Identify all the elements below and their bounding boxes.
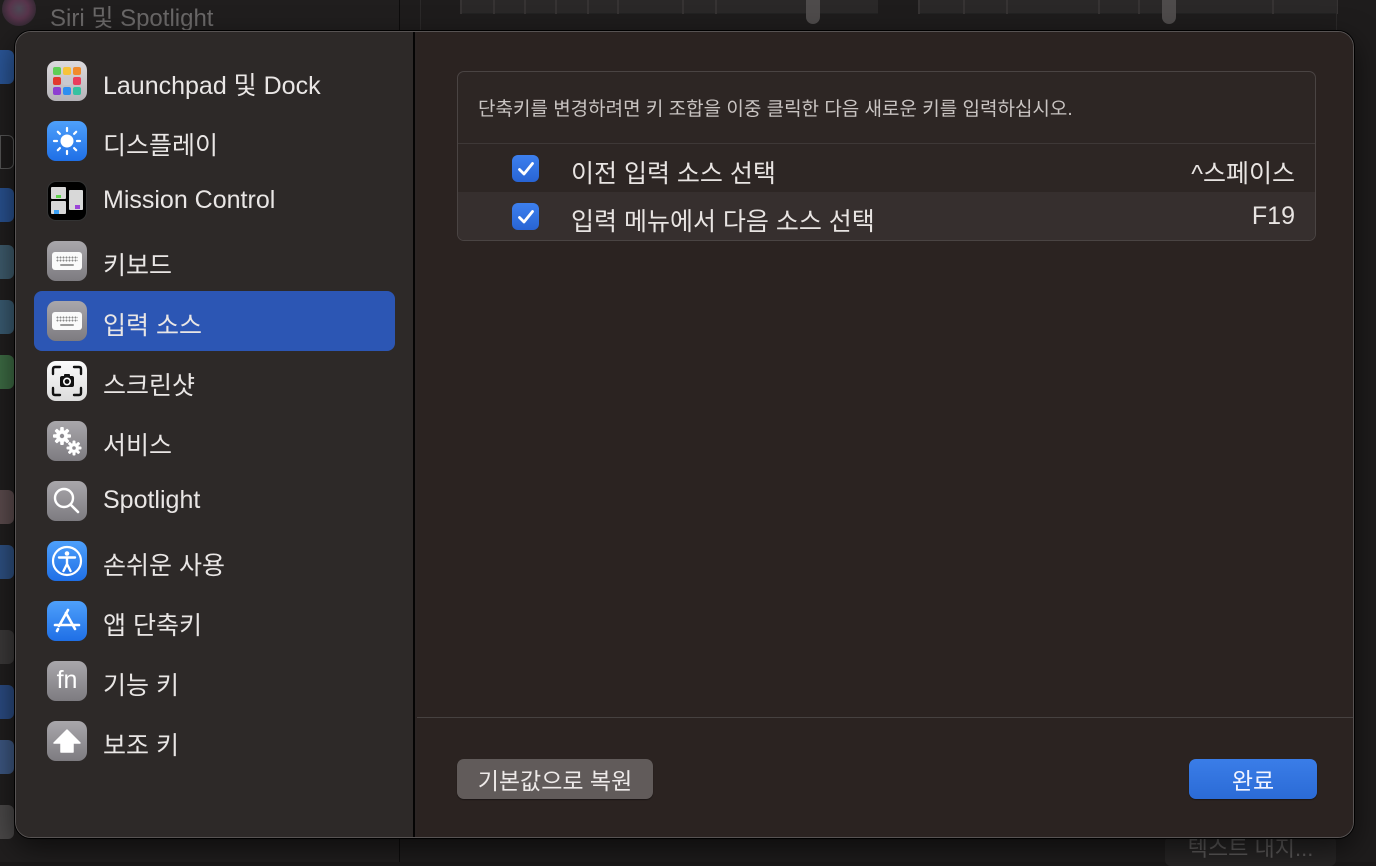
shortcuts-detail-pane: 단축키를 변경하려면 키 조합을 이중 클릭한 다음 새로운 키를 입력하십시오…: [417, 32, 1353, 837]
shortcut-row[interactable]: 이전 입력 소스 선택 ^스페이스: [458, 144, 1315, 192]
siri-icon: [2, 0, 36, 26]
background-icon: [0, 245, 14, 279]
sidebar-item-keyboard[interactable]: 키보드: [34, 231, 395, 291]
slider-knob[interactable]: [1162, 0, 1176, 24]
sidebar-item-input-sources[interactable]: 입력 소스: [34, 291, 395, 351]
sidebar-item-label: 입력 소스: [103, 312, 202, 340]
shortcut-row[interactable]: 입력 메뉴에서 다음 소스 선택 F19: [458, 192, 1315, 240]
sidebar-item-function-keys[interactable]: fn 기능 키: [34, 651, 395, 711]
restore-defaults-button[interactable]: 기본값으로 복원: [457, 759, 653, 799]
app-store-icon: [47, 601, 87, 641]
sidebar-item-display[interactable]: 디스플레이: [34, 111, 395, 171]
checkmark-icon: [517, 209, 534, 223]
background-icon: [0, 300, 14, 334]
mission-control-icon: [47, 181, 87, 221]
launchpad-icon: [47, 61, 87, 101]
background-slider[interactable]: [460, 0, 878, 24]
sidebar-item-spotlight[interactable]: Spotlight: [34, 471, 395, 531]
background-icon: [0, 50, 14, 84]
instruction-text: 단축키를 변경하려면 키 조합을 이중 클릭한 다음 새로운 키를 입력하십시오…: [478, 99, 1073, 120]
shortcut-category-list: Launchpad 및 Dock 디스플레이 Mission Control 키…: [34, 51, 395, 771]
keyboard-shortcuts-sheet: Launchpad 및 Dock 디스플레이 Mission Control 키…: [15, 31, 1354, 838]
checkmark-icon: [517, 161, 534, 175]
shortcut-enabled-checkbox[interactable]: [512, 155, 539, 182]
keyboard-icon: [47, 241, 87, 281]
sidebar-item-label: 디스플레이: [103, 132, 219, 160]
background-icon: [0, 685, 14, 719]
background-icon: [0, 355, 14, 389]
background-slider[interactable]: [918, 0, 1338, 24]
modifier-arrow-up-icon: [47, 721, 87, 761]
background-icon: [0, 805, 14, 839]
sidebar-item-label: 키보드: [103, 252, 173, 280]
background-icon: [0, 188, 14, 222]
display-brightness-icon: [47, 121, 87, 161]
fn-key-icon: fn: [47, 661, 87, 701]
magnifier-icon: [47, 481, 87, 521]
shortcut-label: 입력 메뉴에서 다음 소스 선택: [571, 208, 875, 236]
sidebar-item-label: 스크린샷: [103, 372, 196, 400]
sidebar-item-label: 보조 키: [103, 732, 179, 760]
sidebar-item-mission-control[interactable]: Mission Control: [34, 171, 395, 231]
fn-glyph: fn: [56, 665, 78, 694]
background-icon: [0, 740, 14, 774]
sidebar-item-label: 서비스: [103, 432, 173, 460]
sidebar-item-label: Mission Control: [103, 186, 276, 214]
shortcuts-list: 단축키를 변경하려면 키 조합을 이중 클릭한 다음 새로운 키를 입력하십시오…: [457, 71, 1316, 241]
sidebar-item-label: 기능 키: [103, 672, 179, 700]
shortcut-key-combo[interactable]: ^스페이스: [1191, 154, 1295, 190]
sidebar-item-screenshots[interactable]: 스크린샷: [34, 351, 395, 411]
sidebar-item-label: Spotlight: [103, 486, 201, 514]
gears-icon: [47, 421, 87, 461]
background-icon: [0, 545, 14, 579]
sidebar-item-launchpad-dock[interactable]: Launchpad 및 Dock: [34, 51, 395, 111]
background-icon: [0, 490, 14, 524]
sidebar-item-label: 손쉬운 사용: [103, 552, 225, 580]
screenshot-camera-icon: [47, 361, 87, 401]
shortcut-label: 이전 입력 소스 선택: [571, 160, 776, 188]
background-sidebar-icons: [0, 40, 16, 840]
shortcut-enabled-checkbox[interactable]: [512, 203, 539, 230]
sidebar-item-services[interactable]: 서비스: [34, 411, 395, 471]
keyboard-icon: [47, 301, 87, 341]
sidebar-item-modifier-keys[interactable]: 보조 키: [34, 711, 395, 771]
sidebar-item-label: Launchpad 및 Dock: [103, 72, 321, 100]
shortcuts-sidebar: Launchpad 및 Dock 디스플레이 Mission Control 키…: [16, 32, 415, 837]
done-button[interactable]: 완료: [1189, 759, 1317, 799]
background-icon: [0, 630, 14, 664]
shortcut-key-combo[interactable]: F19: [1252, 202, 1295, 231]
sidebar-item-app-shortcuts[interactable]: 앱 단축키: [34, 591, 395, 651]
accessibility-icon: [47, 541, 87, 581]
background-icon: [0, 135, 14, 169]
sidebar-item-accessibility[interactable]: 손쉬운 사용: [34, 531, 395, 591]
sidebar-item-label: 앱 단축키: [103, 612, 202, 640]
sidebar-item-siri-spotlight[interactable]: Siri 및 Spotlight: [50, 0, 213, 33]
footer-divider: [417, 717, 1353, 718]
slider-knob[interactable]: [806, 0, 820, 24]
